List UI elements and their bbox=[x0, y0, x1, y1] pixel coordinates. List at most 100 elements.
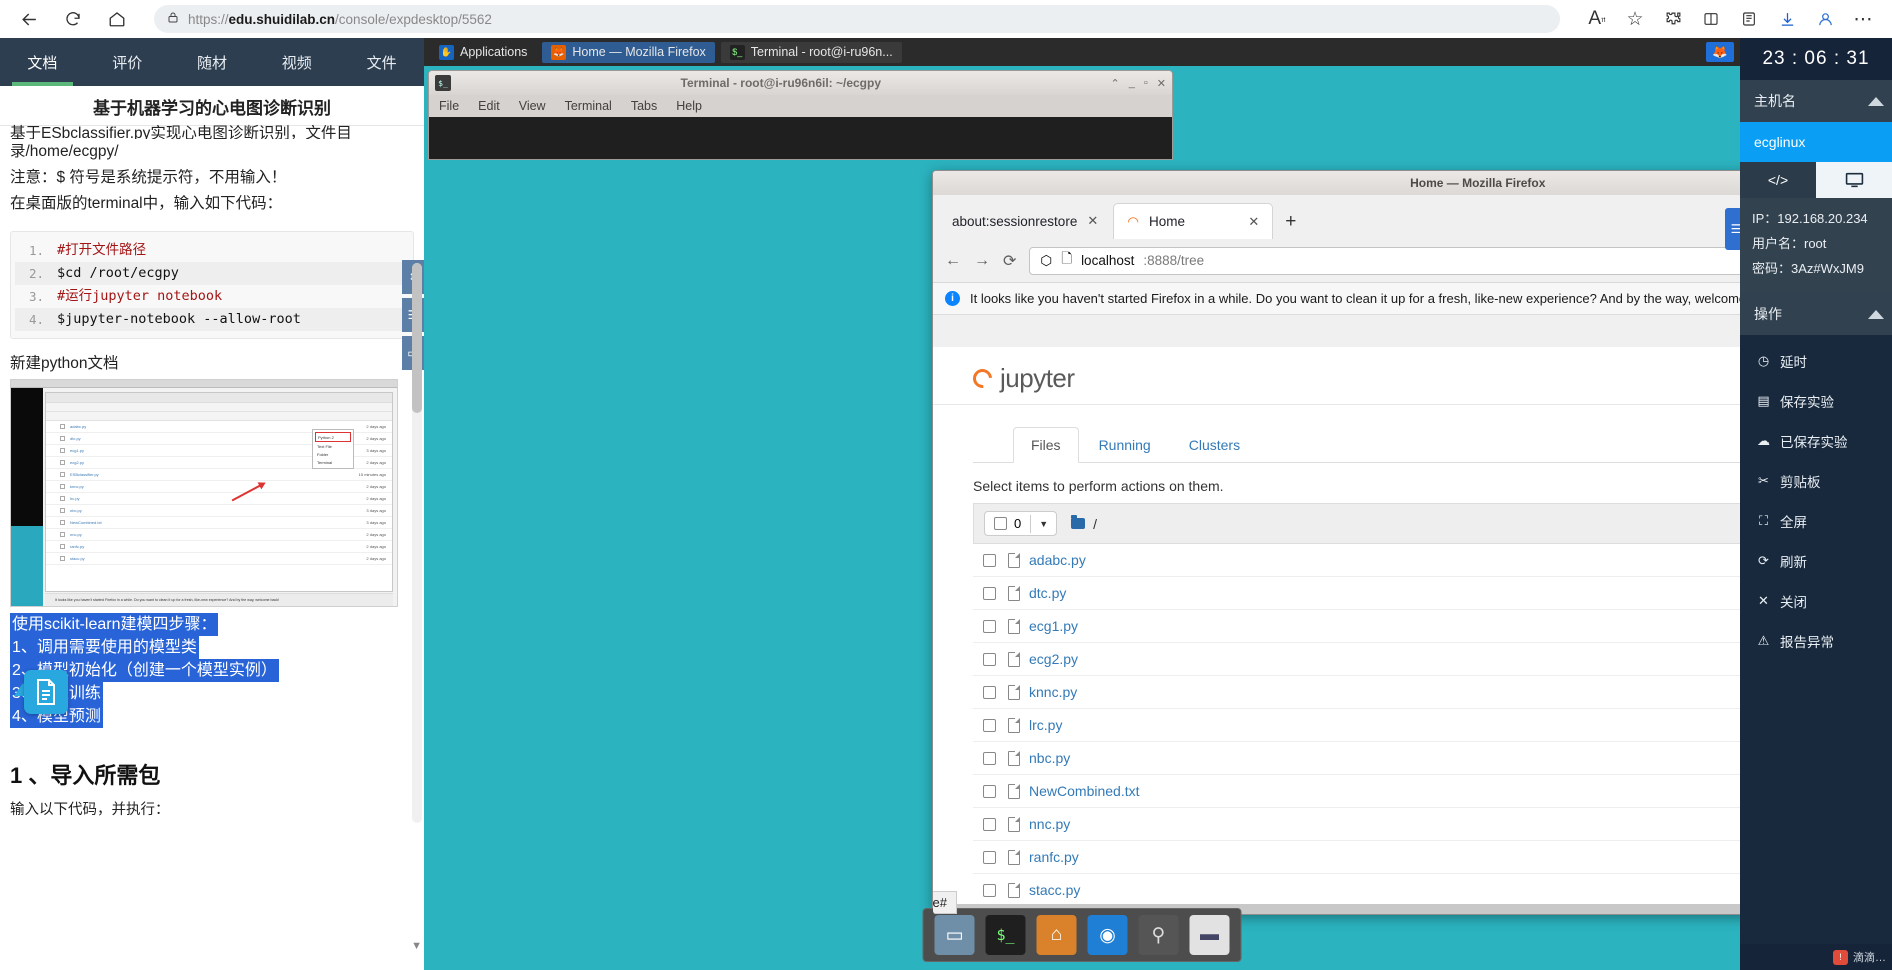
back-arrow-icon[interactable] bbox=[14, 4, 44, 34]
firefox-tab-sessionrestore[interactable]: about:sessionrestore ✕ bbox=[939, 203, 1111, 239]
split-screen-icon[interactable] bbox=[1696, 4, 1726, 34]
terminal-window[interactable]: $_ Terminal - root@i-ru96n6il: ~/ecgpy ⌃… bbox=[428, 70, 1173, 160]
applications-menu-button[interactable]: ✋ Applications bbox=[430, 42, 536, 63]
terminal-icon[interactable]: $_ bbox=[985, 915, 1026, 955]
remote-desktop[interactable]: ✋ Applications 🦊 Home — Mozilla Firefox … bbox=[424, 38, 1740, 970]
scrollbar-thumb[interactable] bbox=[412, 263, 422, 413]
table-row[interactable]: nbc.py2 years ago2.37 kB bbox=[973, 742, 1740, 775]
tab-screen-view[interactable] bbox=[1816, 162, 1892, 198]
select-all-control[interactable]: 0 ▼ bbox=[984, 511, 1058, 536]
op-close[interactable]: ✕ 关闭 bbox=[1740, 581, 1892, 621]
search-icon[interactable]: ⚲ bbox=[1138, 915, 1179, 955]
read-aloud-icon[interactable]: A𝔫 bbox=[1582, 4, 1612, 34]
table-row[interactable]: lrc.py2 years ago2.6 kB bbox=[973, 709, 1740, 742]
back-arrow-icon[interactable]: ← bbox=[945, 252, 961, 270]
breadcrumb[interactable]: / bbox=[1071, 515, 1097, 532]
table-row[interactable]: ecg2.py bbox=[973, 643, 1740, 676]
address-bar[interactable]: https://edu.shuidilab.cn/console/expdesk… bbox=[154, 5, 1560, 33]
forward-arrow-icon[interactable]: → bbox=[974, 252, 990, 270]
row-checkbox[interactable] bbox=[983, 850, 996, 864]
row-checkbox[interactable] bbox=[983, 718, 996, 732]
op-save-experiment[interactable]: ▤ 保存实验 bbox=[1740, 381, 1892, 421]
menu-help[interactable]: Help bbox=[676, 99, 702, 113]
hostname-section-header[interactable]: 主机名 bbox=[1740, 80, 1892, 122]
puzzle-icon[interactable] bbox=[1658, 4, 1688, 34]
op-clipboard[interactable]: ✂ 剪贴板 bbox=[1740, 461, 1892, 501]
tab-clusters[interactable]: Clusters bbox=[1171, 427, 1258, 463]
terminal-output-area[interactable] bbox=[429, 117, 1172, 159]
op-saved-experiments[interactable]: ☁ 已保存实验 bbox=[1740, 421, 1892, 461]
menu-file[interactable]: File bbox=[439, 99, 459, 113]
taskbar-window-firefox[interactable]: 🦊 Home — Mozilla Firefox bbox=[542, 41, 715, 63]
scroll-down-arrow[interactable]: ▼ bbox=[411, 940, 422, 952]
files-icon[interactable]: ▬ bbox=[1189, 915, 1230, 955]
home-icon[interactable] bbox=[102, 4, 132, 34]
show-desktop-icon[interactable]: ▭ bbox=[934, 915, 975, 955]
document-scrollbar[interactable] bbox=[412, 263, 422, 823]
firefox-titlebar[interactable]: Home — Mozilla Firefox ⌃ _ ▫ ✕ bbox=[933, 171, 1740, 195]
close-tab-icon[interactable]: ✕ bbox=[1248, 214, 1259, 230]
new-tab-button[interactable]: + bbox=[1275, 211, 1306, 239]
row-checkbox[interactable] bbox=[983, 553, 996, 567]
course-tab-video[interactable]: 视频 bbox=[254, 38, 339, 86]
web-browser-icon[interactable]: ◉ bbox=[1087, 915, 1128, 955]
table-row[interactable]: ecg1.py bbox=[973, 610, 1740, 643]
course-tab-files[interactable]: 文件 bbox=[339, 38, 424, 86]
table-row[interactable]: stacc.py2 years ago6.18 kB bbox=[973, 874, 1740, 907]
row-checkbox[interactable] bbox=[983, 751, 996, 765]
profile-icon[interactable] bbox=[1810, 4, 1840, 34]
firefox-window[interactable]: Home — Mozilla Firefox ⌃ _ ▫ ✕ about:ses… bbox=[932, 170, 1740, 915]
tab-files[interactable]: Files bbox=[1013, 427, 1079, 463]
minimize-icon[interactable]: ⌃ bbox=[1111, 77, 1120, 90]
taskbar-window-terminal[interactable]: $_ Terminal - root@i-ru96n... bbox=[720, 41, 902, 63]
tab-running[interactable]: Running bbox=[1081, 427, 1169, 463]
file-manager-icon[interactable]: ⌂ bbox=[1036, 915, 1077, 955]
op-delay[interactable]: ◷ 延时 bbox=[1740, 341, 1892, 381]
close-icon[interactable]: ✕ bbox=[1157, 77, 1166, 90]
operations-section-header[interactable]: 操作 bbox=[1740, 293, 1892, 335]
menu-tabs[interactable]: Tabs bbox=[631, 99, 657, 113]
op-refresh[interactable]: ⟳ 刷新 bbox=[1740, 541, 1892, 581]
collections-icon[interactable] bbox=[1734, 4, 1764, 34]
more-options-icon[interactable]: ⋯ bbox=[1848, 4, 1878, 34]
tray-firefox-icon[interactable]: 🦊 bbox=[1706, 42, 1734, 62]
menu-terminal[interactable]: Terminal bbox=[565, 99, 612, 113]
table-row[interactable]: NewCombined.txt2 years ago47.9 MB bbox=[973, 775, 1740, 808]
support-badge[interactable]: ! 滴滴… bbox=[1740, 944, 1892, 970]
table-row[interactable]: dtc.py bbox=[973, 577, 1740, 610]
tab-code-view[interactable]: </> bbox=[1740, 162, 1816, 198]
close-tab-icon[interactable]: ✕ bbox=[1087, 213, 1098, 229]
select-dropdown-icon[interactable]: ▼ bbox=[1030, 514, 1056, 533]
row-checkbox[interactable] bbox=[983, 619, 996, 633]
reload-icon[interactable]: ⟳ bbox=[1003, 251, 1016, 271]
firefox-address-bar[interactable]: ⬡ 🗋 localhost:8888/tree ☆ bbox=[1029, 246, 1740, 275]
row-checkbox[interactable] bbox=[983, 586, 996, 600]
terminal-titlebar[interactable]: $_ Terminal - root@i-ru96n6il: ~/ecgpy ⌃… bbox=[429, 71, 1172, 95]
menu-edit[interactable]: Edit bbox=[478, 99, 500, 113]
terminal-window-buttons[interactable]: ⌃ _ ▫ ✕ bbox=[1111, 77, 1166, 90]
table-row[interactable]: nnc.py2 years ago2.58 kB bbox=[973, 808, 1740, 841]
maximize-icon[interactable]: ▫ bbox=[1144, 77, 1148, 90]
op-fullscreen[interactable]: ⛶ 全屏 bbox=[1740, 501, 1892, 541]
course-tab-materials[interactable]: 随材 bbox=[170, 38, 255, 86]
row-checkbox[interactable] bbox=[983, 817, 996, 831]
reload-icon[interactable] bbox=[58, 4, 88, 34]
select-all-checkbox[interactable] bbox=[994, 517, 1007, 530]
table-row[interactable]: knnc.py2 years ago2.46 kB bbox=[973, 676, 1740, 709]
op-report-issue[interactable]: ⚠ 报告异常 bbox=[1740, 621, 1892, 661]
table-row[interactable]: adabc.py bbox=[973, 544, 1740, 577]
menu-view[interactable]: View bbox=[519, 99, 546, 113]
course-tab-docs[interactable]: 文档 bbox=[0, 38, 85, 86]
row-checkbox[interactable] bbox=[983, 685, 996, 699]
star-icon[interactable]: ☆ bbox=[1620, 4, 1650, 34]
row-checkbox[interactable] bbox=[983, 883, 996, 897]
restore-icon[interactable]: _ bbox=[1129, 77, 1135, 90]
firefox-tab-home[interactable]: ◠ Home ✕ bbox=[1113, 203, 1274, 239]
row-checkbox[interactable] bbox=[983, 784, 996, 798]
table-row[interactable]: ranfc.py2 years ago5.12 kB bbox=[973, 841, 1740, 874]
jupyter-logo[interactable]: jupyter bbox=[969, 363, 1075, 394]
hostname-value[interactable]: ecglinux bbox=[1740, 122, 1892, 162]
row-checkbox[interactable] bbox=[983, 652, 996, 666]
course-tab-evaluation[interactable]: 评价 bbox=[85, 38, 170, 86]
download-icon[interactable] bbox=[1772, 4, 1802, 34]
